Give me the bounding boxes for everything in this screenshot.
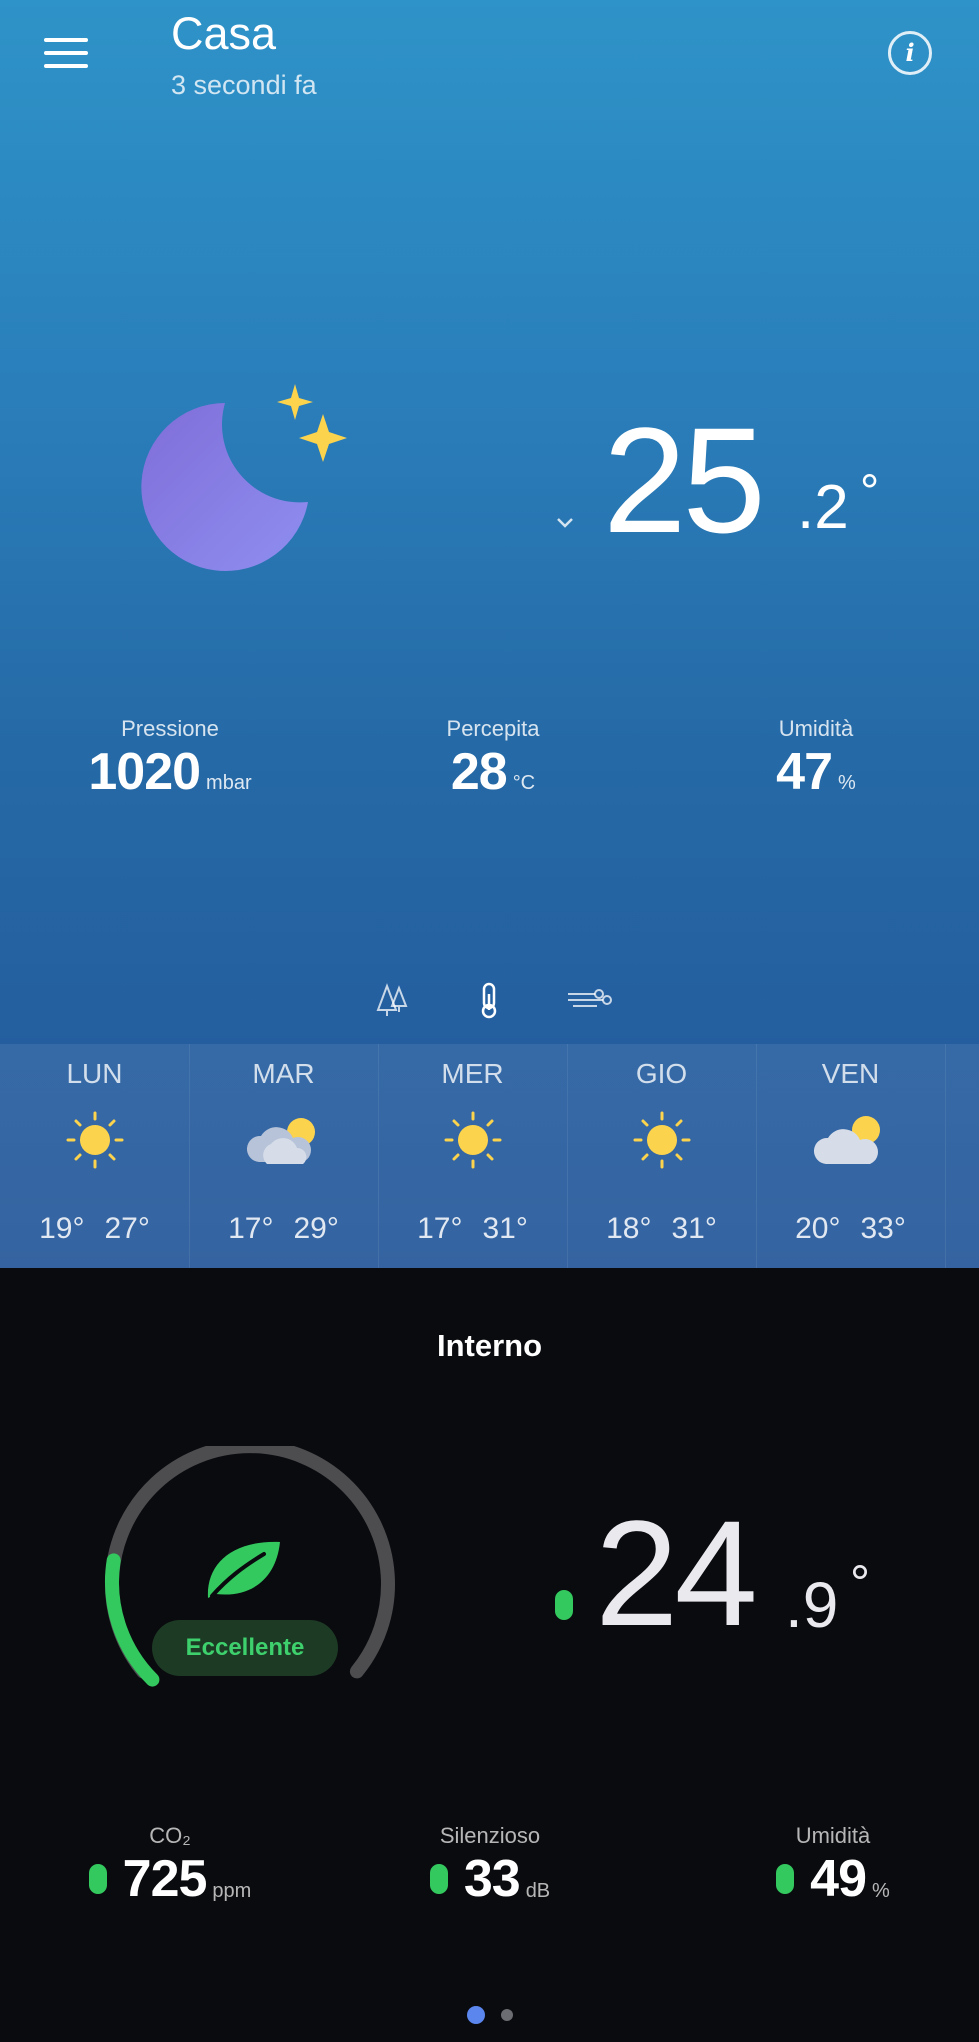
thermometer-icon[interactable] [469, 980, 509, 1020]
temp-decimal: .2 [797, 473, 849, 542]
stat-label: Percepita [446, 716, 540, 741]
humidity-stat: Umidità 47% [716, 716, 916, 802]
temp-integer: 25 [603, 396, 766, 564]
status-indicator [555, 1590, 573, 1620]
moon-stars-icon [141, 384, 347, 571]
sun-icon [633, 1111, 690, 1169]
day-name: VEN [821, 1058, 880, 1089]
day-name: MAR [252, 1058, 315, 1089]
temp-min: 20° [795, 1212, 841, 1245]
stat-unit: °C [512, 772, 536, 794]
stat-label: Umidità [778, 716, 854, 741]
page-indicator [0, 2006, 979, 2026]
stat-label: Silenzioso [439, 1823, 541, 1848]
cloud-sun-icon [246, 1118, 315, 1164]
temp-decimal: .9 [785, 1569, 839, 1641]
leaf-icon [207, 1541, 280, 1598]
forecast-day[interactable]: LUN 19° 27° [0, 1044, 190, 1268]
pollen-icon[interactable] [373, 980, 413, 1020]
stat-unit: % [838, 772, 856, 794]
temp-integer: 24 [595, 1489, 758, 1657]
temp-max: 29° [293, 1212, 339, 1245]
temp-max: 31° [671, 1212, 717, 1245]
last-update: 3 secondi fa [171, 70, 317, 100]
sun-icon [444, 1111, 501, 1169]
outdoor-panel: Casa 3 secondi fa i 25 .2 ° Pressione 10… [0, 0, 979, 1268]
day-name: MER [441, 1058, 504, 1089]
stat-value: 725 [122, 1850, 208, 1908]
page-dot[interactable] [466, 2006, 485, 2024]
temp-min: 17° [417, 1212, 463, 1245]
stat-label: CO₂ [149, 1823, 191, 1848]
indoor-title: Interno [436, 1328, 543, 1363]
location-title: Casa [171, 8, 277, 59]
pressure-stat: Pressione 1020 mbar [70, 716, 270, 802]
mode-switcher [0, 980, 979, 1020]
temp-degree: ° [850, 1555, 870, 1611]
status-indicator [88, 1864, 107, 1894]
temp-max: 27° [104, 1212, 150, 1245]
co2-stat: CO₂ 725 ppm [50, 1823, 290, 1909]
temp-max: 33° [860, 1212, 906, 1245]
status-indicator [776, 1864, 795, 1894]
stat-value: 49 [810, 1850, 867, 1908]
indoor-humidity-stat: Umidità 49% [728, 1823, 938, 1909]
sun-icon [66, 1111, 123, 1169]
forecast-day[interactable]: MER 17° 31° [378, 1044, 568, 1268]
temp-max: 31° [482, 1212, 528, 1245]
forecast-day[interactable]: VEN 20° 33° [756, 1044, 946, 1268]
temp-degree: ° [860, 466, 880, 519]
stat-value: 28 [450, 743, 508, 801]
temp-min: 19° [39, 1212, 85, 1245]
info-icon[interactable]: i [888, 31, 932, 75]
stat-value: 33 [463, 1850, 521, 1908]
forecast-day[interactable]: MAR 17° 29° [189, 1044, 379, 1268]
day-name: GIO [635, 1058, 688, 1089]
stat-value: 47 [776, 743, 833, 801]
chevron-down-icon [557, 518, 573, 528]
feels-like-stat: Percepita 28 °C [393, 716, 593, 802]
temp-min: 17° [228, 1212, 274, 1245]
forecast-day[interactable]: GIO 18° 31° [567, 1044, 757, 1268]
stat-unit: ppm [212, 1880, 252, 1903]
wind-icon[interactable] [565, 980, 613, 1020]
temp-min: 18° [606, 1212, 652, 1245]
stat-unit: mbar [206, 772, 252, 794]
stat-unit: % [872, 1880, 890, 1903]
outdoor-temperature: 25 .2 ° [555, 405, 955, 565]
day-name: LUN [66, 1058, 123, 1089]
indoor-temperature: 24 .9 ° [555, 1498, 955, 1658]
indoor-panel: Interno Eccellente 24 .9 ° CO₂ 725 ppm Si… [0, 1268, 979, 2042]
stat-unit: dB [525, 1880, 551, 1903]
stat-label: Pressione [121, 716, 219, 741]
noise-stat: Silenzioso 33 dB [385, 1823, 595, 1909]
page-dot[interactable] [500, 2009, 513, 2021]
stat-label: Umidità [795, 1823, 871, 1848]
forecast-strip: LUN 19° 27° MAR 17° 29° MER 17° 31° GIO … [0, 1044, 979, 1268]
stat-value: 1020 [88, 743, 201, 801]
cloud-sun-icon [813, 1116, 880, 1164]
menu-icon[interactable] [44, 38, 88, 72]
status-indicator [429, 1864, 448, 1894]
air-quality-badge: Eccellente [152, 1620, 338, 1676]
